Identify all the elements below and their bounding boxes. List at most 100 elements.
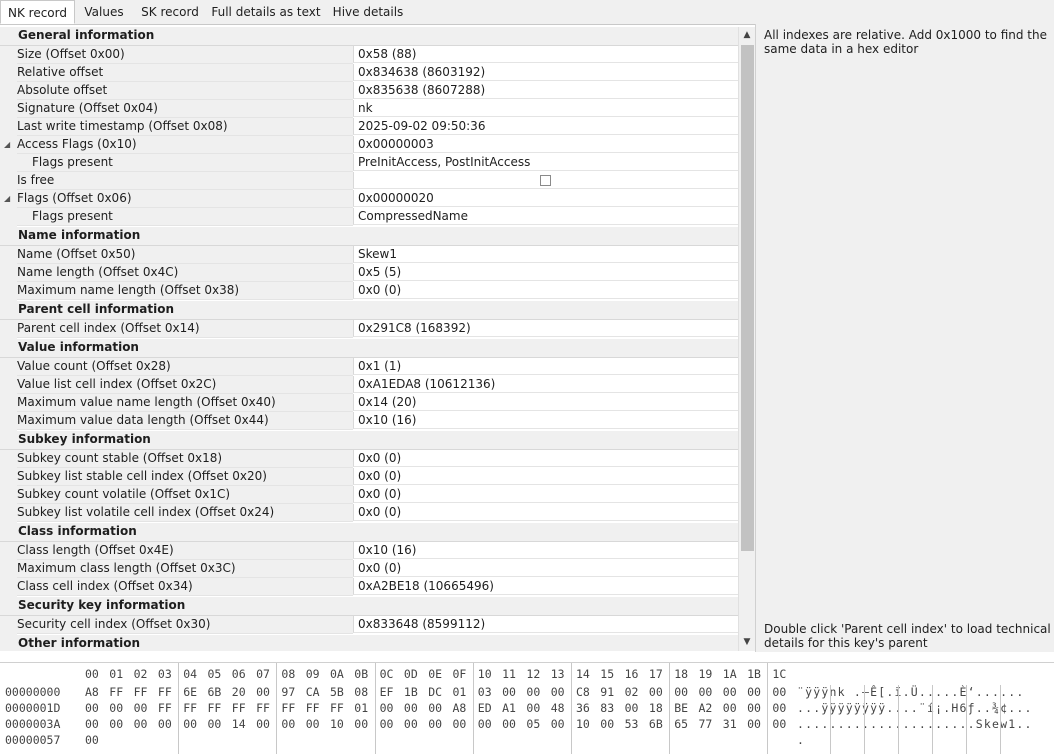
prop-value[interactable]: 0x835638 (8607288): [353, 82, 738, 99]
prop-flags[interactable]: ◢ Flags (Offset 0x06) 0x00000020: [0, 190, 738, 208]
hex-byte[interactable]: FF: [306, 701, 326, 715]
hex-byte[interactable]: FF: [208, 701, 228, 715]
hex-byte[interactable]: 97: [281, 685, 301, 699]
hex-byte[interactable]: 10: [330, 717, 350, 731]
hex-byte[interactable]: A8: [453, 701, 473, 715]
hex-byte[interactable]: 00: [85, 701, 105, 715]
hex-byte[interactable]: 00: [109, 717, 129, 731]
hex-byte[interactable]: FF: [183, 701, 203, 715]
prop-parent-cell[interactable]: Parent cell index (Offset 0x14) 0x291C8 (…: [0, 320, 738, 338]
prop-flags-present[interactable]: Flags present CompressedName: [0, 208, 738, 226]
prop-value[interactable]: 0xA1EDA8 (10612136): [353, 376, 738, 393]
hex-ascii[interactable]: ...ÿÿÿÿÿÿÿÿ....¨í¡.H6ƒ..¾¢...: [797, 701, 1033, 715]
prop-value[interactable]: 0x10 (16): [353, 412, 738, 429]
hex-byte[interactable]: 08: [354, 685, 374, 699]
prop-value[interactable]: 0x291C8 (168392): [353, 320, 738, 337]
hex-byte[interactable]: 6B: [208, 685, 228, 699]
prop-relative-offset[interactable]: Relative offset 0x834638 (8603192): [0, 64, 738, 82]
prop-value[interactable]: 0x58 (88): [353, 46, 738, 63]
hex-byte[interactable]: 05: [526, 717, 546, 731]
prop-max-value-name[interactable]: Maximum value name length (Offset 0x40) 0…: [0, 394, 738, 412]
prop-value[interactable]: 0x1 (1): [353, 358, 738, 375]
prop-value[interactable]: 0x00000020: [353, 190, 738, 207]
hex-byte[interactable]: 00: [674, 685, 694, 699]
category-name[interactable]: Name information: [0, 227, 738, 246]
prop-value[interactable]: 0x0 (0): [353, 450, 738, 467]
hex-byte[interactable]: 65: [674, 717, 694, 731]
hex-byte[interactable]: C8: [576, 685, 596, 699]
tab-hive-details[interactable]: Hive details: [328, 0, 408, 24]
hex-byte[interactable]: FF: [158, 701, 178, 715]
hex-byte[interactable]: 00: [453, 717, 473, 731]
prop-value[interactable]: 2025-09-02 09:50:36: [353, 118, 738, 135]
hex-byte[interactable]: 48: [551, 701, 571, 715]
prop-value[interactable]: 0x0 (0): [353, 504, 738, 521]
prop-subkey-list-volatile[interactable]: Subkey list volatile cell index (Offset …: [0, 504, 738, 522]
prop-value[interactable]: 0x10 (16): [353, 542, 738, 559]
hex-byte[interactable]: 00: [208, 717, 228, 731]
prop-value[interactable]: 0x833648 (8599112): [353, 616, 738, 633]
hex-byte[interactable]: 14: [232, 717, 252, 731]
scrollbar-thumb[interactable]: [741, 45, 754, 551]
prop-max-name-length[interactable]: Maximum name length (Offset 0x38) 0x0 (0): [0, 282, 738, 300]
category-value[interactable]: Value information: [0, 339, 738, 358]
prop-value[interactable]: CompressedName: [353, 208, 738, 225]
hex-byte[interactable]: EF: [380, 685, 400, 699]
hex-byte[interactable]: 00: [428, 701, 448, 715]
hex-byte[interactable]: 00: [600, 717, 620, 731]
prop-signature[interactable]: Signature (Offset 0x04) nk: [0, 100, 738, 118]
hex-byte[interactable]: 1B: [404, 685, 424, 699]
collapse-triangle-icon[interactable]: ◢: [4, 136, 10, 153]
grid-scrollbar[interactable]: ▲ ▼: [738, 27, 755, 651]
hex-byte[interactable]: 00: [551, 685, 571, 699]
hex-byte[interactable]: 01: [354, 701, 374, 715]
hex-byte[interactable]: 83: [600, 701, 620, 715]
hex-byte[interactable]: BE: [674, 701, 694, 715]
hex-byte[interactable]: 00: [747, 717, 767, 731]
hex-byte[interactable]: 00: [85, 717, 105, 731]
prop-name-length[interactable]: Name length (Offset 0x4C) 0x5 (5): [0, 264, 738, 282]
hex-byte[interactable]: A1: [502, 701, 522, 715]
hex-byte[interactable]: 00: [502, 717, 522, 731]
prop-value[interactable]: 0x0 (0): [353, 486, 738, 503]
prop-value-count[interactable]: Value count (Offset 0x28) 0x1 (1): [0, 358, 738, 376]
hex-byte[interactable]: 20: [232, 685, 252, 699]
hex-byte[interactable]: 02: [625, 685, 645, 699]
prop-access-flags-present[interactable]: Flags present PreInitAccess, PostInitAcce…: [0, 154, 738, 172]
collapse-triangle-icon[interactable]: ◢: [4, 190, 10, 207]
hex-byte[interactable]: 00: [183, 717, 203, 731]
hex-byte[interactable]: 00: [699, 685, 719, 699]
prop-value-list[interactable]: Value list cell index (Offset 0x2C) 0xA1E…: [0, 376, 738, 394]
hex-byte[interactable]: 00: [256, 685, 276, 699]
hex-byte[interactable]: 00: [478, 717, 498, 731]
hex-byte[interactable]: 18: [649, 701, 669, 715]
hex-ascii[interactable]: ¨ÿÿÿnk .—Ê[.ï.Ü.....È‘......: [797, 685, 1024, 699]
hex-ascii[interactable]: ......................Skew1..: [797, 717, 1033, 731]
hex-byte[interactable]: 00: [772, 701, 792, 715]
hex-byte[interactable]: FF: [256, 701, 276, 715]
hex-byte[interactable]: 00: [134, 701, 154, 715]
prop-access-flags[interactable]: ◢ Access Flags (0x10) 0x00000003: [0, 136, 738, 154]
hex-byte[interactable]: 00: [306, 717, 326, 731]
hex-byte[interactable]: 00: [526, 685, 546, 699]
scroll-up-icon[interactable]: ▲: [739, 27, 755, 44]
prop-max-class-length[interactable]: Maximum class length (Offset 0x3C) 0x0 (0…: [0, 560, 738, 578]
hex-byte[interactable]: 00: [281, 717, 301, 731]
hex-byte[interactable]: 00: [772, 685, 792, 699]
prop-class-length[interactable]: Class length (Offset 0x4E) 0x10 (16): [0, 542, 738, 560]
hex-byte[interactable]: 00: [354, 717, 374, 731]
hex-byte[interactable]: 00: [723, 701, 743, 715]
hex-byte[interactable]: 77: [699, 717, 719, 731]
prop-absolute-offset[interactable]: Absolute offset 0x835638 (8607288): [0, 82, 738, 100]
hex-byte[interactable]: 00: [428, 717, 448, 731]
tab-sk-record[interactable]: SK record: [134, 0, 206, 24]
prop-is-free[interactable]: Is free: [0, 172, 738, 190]
hex-byte[interactable]: FF: [330, 701, 350, 715]
prop-value[interactable]: 0xA2BE18 (10665496): [353, 578, 738, 595]
hex-byte[interactable]: A8: [85, 685, 105, 699]
hex-byte[interactable]: 00: [772, 717, 792, 731]
tab-full-details[interactable]: Full details as text: [210, 0, 322, 24]
hex-ascii[interactable]: .: [797, 733, 805, 747]
prop-value[interactable]: Skew1: [353, 246, 738, 263]
prop-value[interactable]: 0x0 (0): [353, 560, 738, 577]
